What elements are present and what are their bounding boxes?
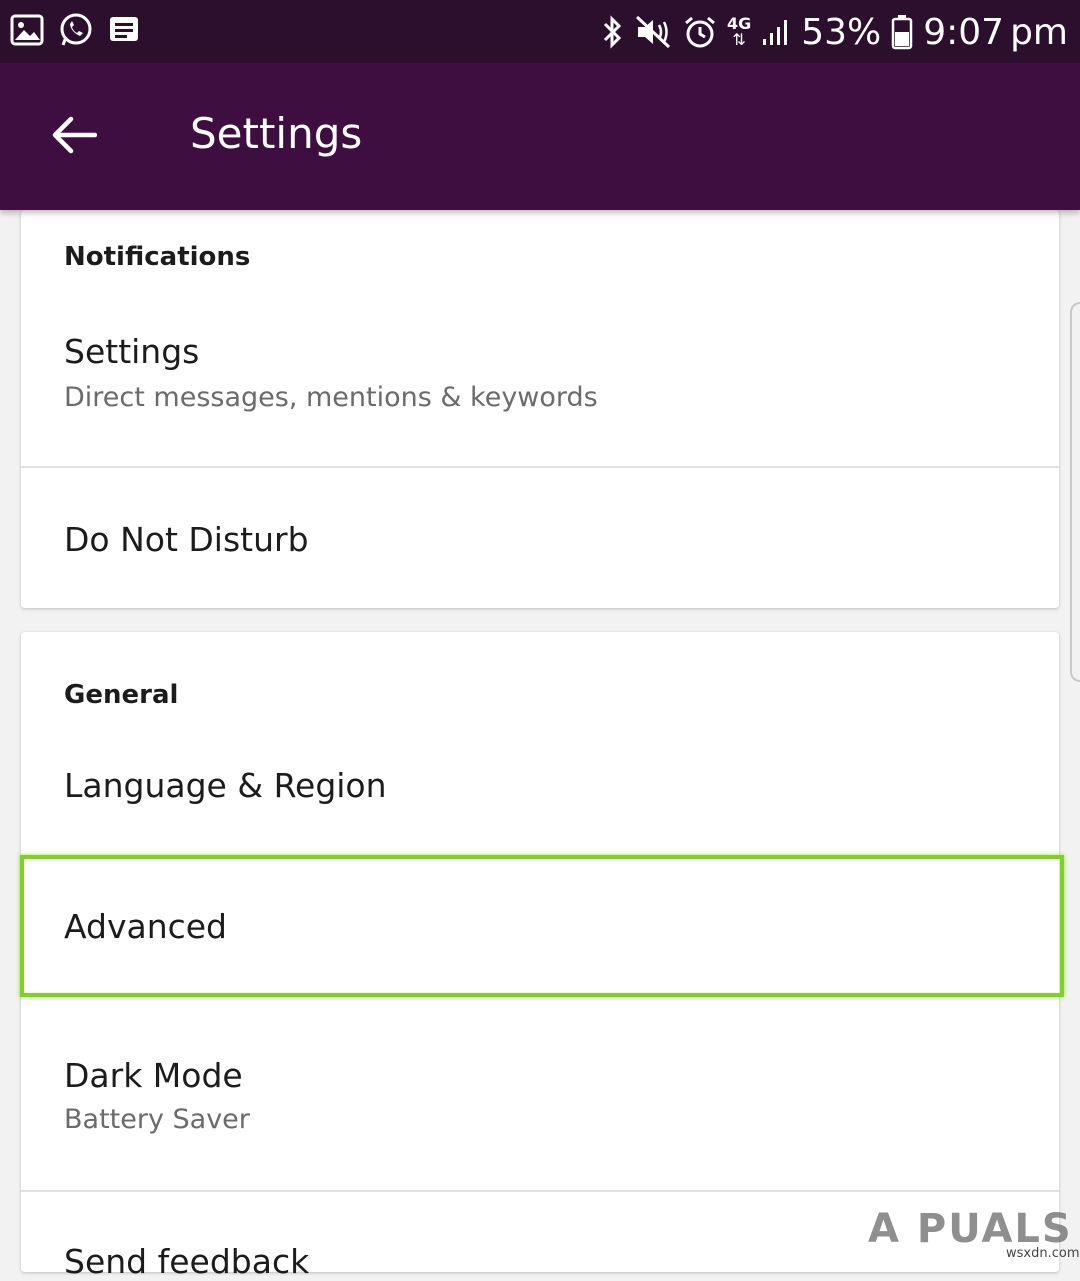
battery-percent: 53% [801,11,882,53]
status-bar-left [10,12,140,48]
dark-mode-title: Dark Mode [64,1056,243,1095]
watermark-site: wsxdn.com [1006,1246,1080,1261]
gallery-icon [10,14,44,46]
back-button[interactable] [40,103,108,171]
4g-icon: 4G ⇅ [727,16,751,48]
bluetooth-icon [601,14,625,50]
signal-icon [761,17,791,47]
advanced-row[interactable]: Advanced [21,857,1059,997]
arrow-left-icon [51,115,98,159]
clock-ampm: pm [1010,11,1068,53]
alarm-icon [683,15,717,49]
notification-settings-title: Settings [64,332,200,371]
mute-icon [635,15,673,49]
message-icon [108,15,140,45]
dark-mode-row[interactable]: Dark Mode Battery Saver [21,1000,1059,1190]
page-title: Settings [190,109,363,158]
general-card: General Language & Region Advanced Dark … [21,632,1059,1281]
app-bar: Settings [0,63,1080,210]
advanced-title: Advanced [64,907,228,946]
scroll-indicator [1070,302,1080,682]
general-section-header: General [64,680,179,710]
whatsapp-icon [58,12,94,48]
notifications-section-header: Notifications [64,242,251,272]
language-region-title: Language & Region [64,766,387,805]
notifications-card: Notifications Settings Direct messages, … [21,210,1059,608]
notification-settings-row[interactable]: Settings Direct messages, mentions & key… [21,310,1059,466]
clock-time: 9:07 [923,11,1005,53]
notification-settings-subtitle: Direct messages, mentions & keywords [64,382,598,413]
status-bar: 4G ⇅ 53% 9:07 pm [0,0,1080,63]
send-feedback-title: Send feedback [64,1242,310,1281]
status-bar-right: 4G ⇅ 53% 9:07 pm [601,8,1068,56]
dark-mode-subtitle: Battery Saver [64,1104,250,1135]
battery-icon [891,14,913,50]
language-region-row[interactable]: Language & Region [21,732,1059,852]
do-not-disturb-title: Do Not Disturb [64,520,309,559]
do-not-disturb-row[interactable]: Do Not Disturb [21,468,1059,608]
data-arrows-icon: ⇅ [732,30,746,49]
